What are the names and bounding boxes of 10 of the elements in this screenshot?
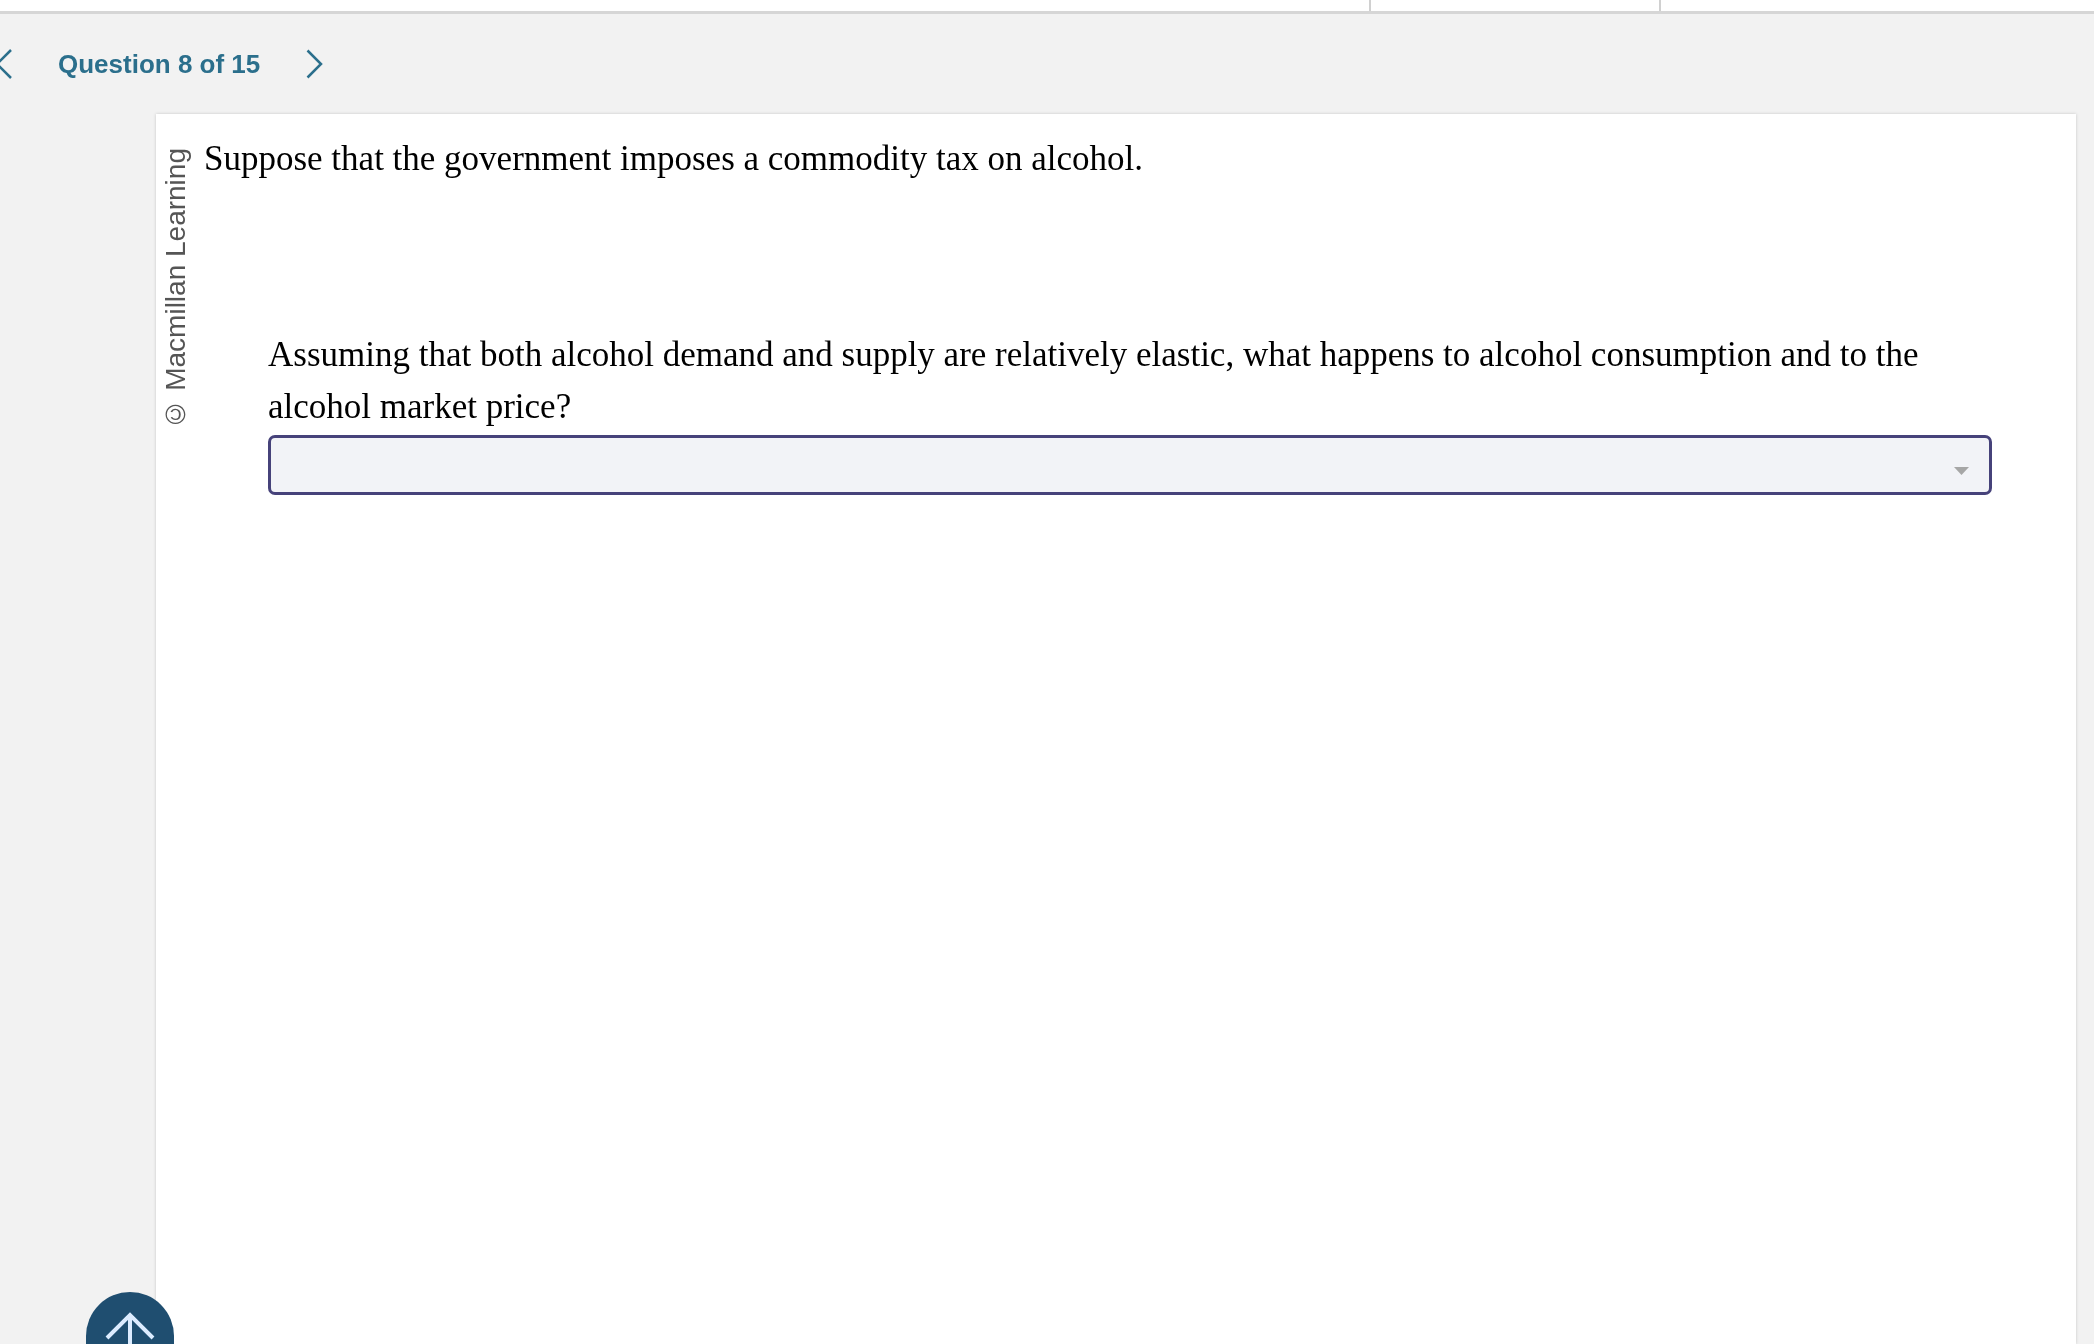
answer-dropdown[interactable] [268,434,1992,495]
question-intro: Suppose that the government imposes a commodity tax on alcohol. [204,138,1144,180]
chevron-right-icon[interactable] [306,49,324,79]
chevron-left-icon[interactable] [0,49,12,79]
caret-icon [1954,466,1969,475]
question-counter: Question 8 of 15 [58,51,261,77]
question-prompt: Assuming that both alcohol demand and supply are relatively elastic, what happens to alcohol consumption and to the alcohol market price? [268,333,1920,428]
scroll-to-top-button[interactable] [86,1292,174,1344]
copyright-notice: © Macmillan Learning [162,148,190,430]
arrow-up-icon [105,1311,155,1344]
